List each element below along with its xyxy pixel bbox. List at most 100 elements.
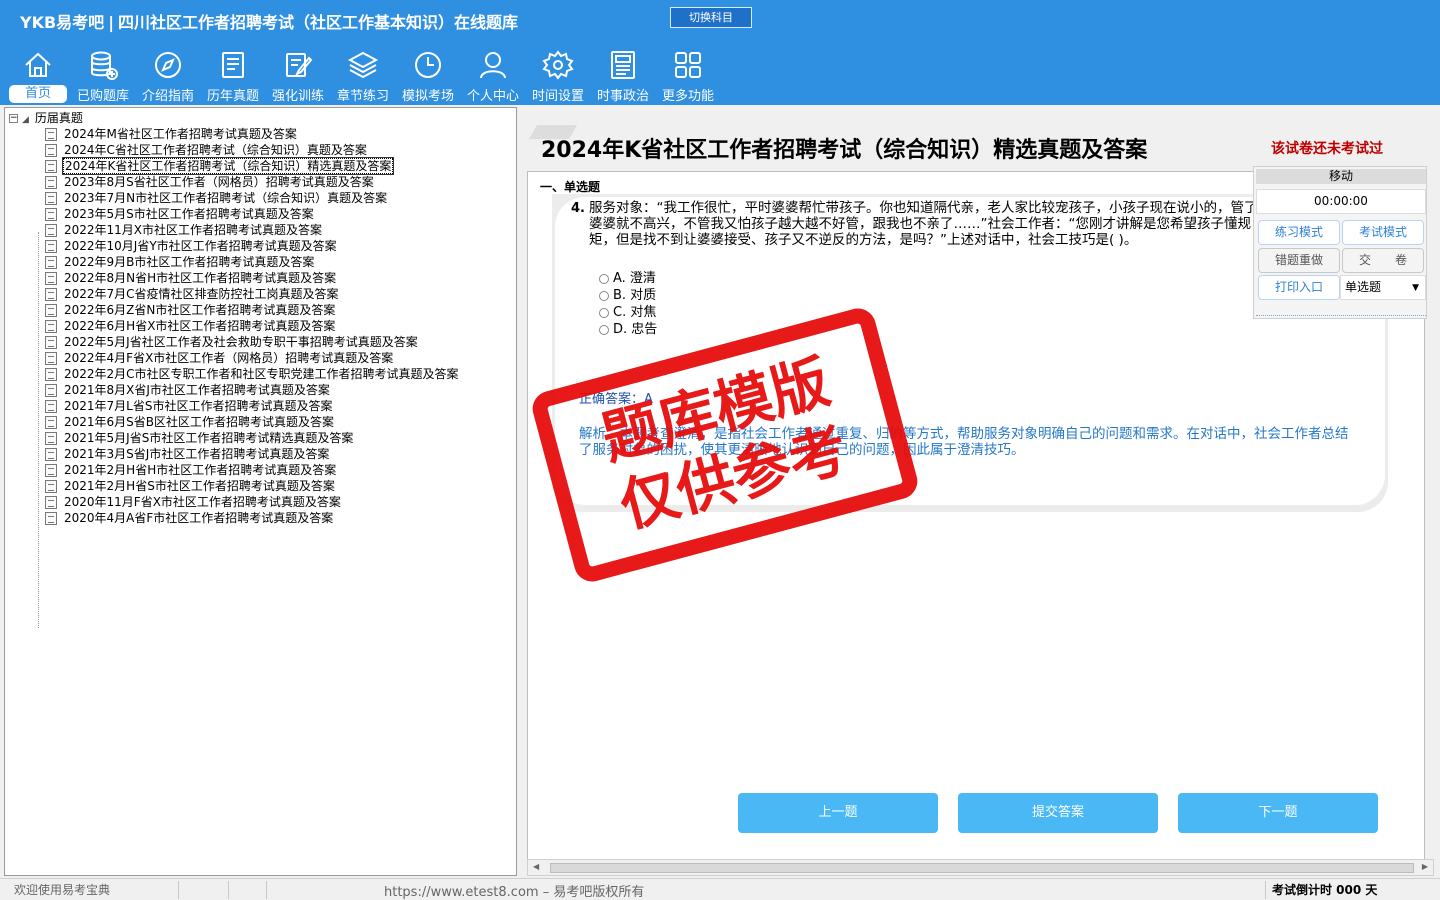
scrollbar-thumb[interactable] (550, 863, 1414, 873)
nav-intensive[interactable]: 强化训练 (265, 44, 331, 104)
tree-item[interactable]: 2021年8月X省J市社区工作者招聘考试真题及答案 (45, 383, 331, 399)
wrong-redo-button[interactable]: 错题重做 (1258, 248, 1340, 273)
tree-item[interactable]: 2021年2月H省H市社区工作者招聘考试真题及答案 (45, 463, 337, 479)
nav-time-settings[interactable]: 时间设置 (525, 44, 591, 104)
document-icon (45, 272, 57, 285)
tree-item[interactable]: 2024年C省社区工作者招聘考试（综合知识）真题及答案 (45, 143, 368, 159)
document-icon (45, 400, 57, 413)
tree-item-label: 2020年11月F省X市社区工作者招聘考试真题及答案 (64, 495, 341, 509)
tree-item[interactable]: 2022年6月Z省N市社区工作者招聘考试真题及答案 (45, 303, 336, 319)
exam-countdown: 考试倒计时 000 天 (1272, 883, 1378, 897)
nav-more[interactable]: 更多功能 (655, 44, 721, 104)
tree-item[interactable]: 2021年2月H省S市社区工作者招聘考试真题及答案 (45, 479, 336, 495)
option-label: B. 对质 (613, 288, 657, 303)
document-icon (45, 432, 57, 445)
status-divider (266, 881, 267, 899)
nav-label: 更多功能 (661, 89, 714, 104)
tree-item[interactable]: 2022年9月B市社区工作者招聘考试真题及答案 (45, 255, 315, 271)
nav-personal[interactable]: 个人中心 (460, 44, 526, 104)
tree-item[interactable]: 2022年4月F省X市社区工作者（网格员）招聘考试真题及答案 (45, 351, 394, 367)
nav-chapter[interactable]: 章节练习 (330, 44, 396, 104)
question-number: 4. (571, 201, 585, 216)
tree-item[interactable]: 2021年6月S省B区社区工作者招聘考试真题及答案 (45, 415, 335, 431)
tree-item[interactable]: 2022年7月C省疫情社区排查防控社工岗真题及答案 (45, 287, 340, 303)
tree-item[interactable]: 2022年2月C市社区专职工作者和社区专职党建工作者招聘考试真题及答案 (45, 367, 460, 383)
status-divider (178, 881, 179, 899)
document-icon (45, 448, 57, 461)
submit-paper-button[interactable]: 交 卷 (1342, 248, 1424, 273)
tree-item[interactable]: 2023年5月S市社区工作者招聘考试真题及答案 (45, 207, 315, 223)
tree-item[interactable]: 2024年K省社区工作者招聘考试（综合知识）精选真题及答案 (45, 157, 395, 175)
layers-icon (347, 51, 379, 79)
scroll-right-icon[interactable]: ▶ (1422, 862, 1428, 871)
tree-item[interactable]: 2022年8月N省H市社区工作者招聘考试真题及答案 (45, 271, 337, 287)
document-icon (45, 304, 57, 317)
document-icon (45, 288, 57, 301)
document-icon (45, 480, 57, 493)
tree-item[interactable]: 2022年10月J省Y市社区工作者招聘考试真题及答案 (45, 239, 338, 255)
nav-label: 模拟考场 (401, 89, 454, 104)
tree-item-label: 2022年5月J省社区工作者及社会救助专职干事招聘考试真题及答案 (64, 335, 418, 349)
document-icon (45, 416, 57, 429)
nav-mock-exam[interactable]: 模拟考场 (395, 44, 461, 104)
tree-item[interactable]: 2022年5月J省社区工作者及社会救助专职干事招聘考试真题及答案 (45, 335, 419, 351)
exam-title: 2024年K省社区工作者招聘考试（综合知识）精选真题及答案 (541, 138, 1148, 163)
submit-answer-button[interactable]: 提交答案 (958, 793, 1158, 833)
scroll-left-icon[interactable]: ◀ (533, 862, 539, 871)
move-handle[interactable]: 移动 (1256, 169, 1426, 184)
option-d[interactable]: D. 忠告 (599, 321, 657, 338)
radio-icon[interactable] (599, 324, 609, 335)
tree-item[interactable]: 2021年3月S省J市社区工作者招聘考试真题及答案 (45, 447, 330, 463)
brand-logo: YKB易考吧 (20, 13, 105, 32)
print-entry-button[interactable]: 打印入口 (1258, 275, 1340, 300)
user-icon (480, 52, 506, 79)
switch-subject-button[interactable]: 切换科目 (670, 7, 752, 28)
tree-item[interactable]: 2023年7月N市社区工作者招聘考试（综合知识）真题及答案 (45, 191, 388, 207)
triangle-icon: ◢ (22, 115, 29, 125)
option-b[interactable]: B. 对质 (599, 287, 656, 304)
tree-item[interactable]: 2021年7月L省S市社区工作者招聘考试真题及答案 (45, 399, 333, 415)
question-type-select[interactable]: 单选题 ▼ (1340, 275, 1426, 300)
panel-scrollbar[interactable] (1256, 309, 1426, 316)
tree-item[interactable]: 2021年5月J省S市社区工作者招聘考试精选真题及答案 (45, 431, 354, 447)
collapse-icon[interactable]: − (9, 114, 18, 123)
tree-item-label: 2022年8月N省H市社区工作者招聘考试真题及答案 (64, 271, 337, 285)
tree-item-label: 2023年7月N市社区工作者招聘考试（综合知识）真题及答案 (64, 191, 388, 205)
home-icon (25, 52, 51, 77)
nav-purchased[interactable]: 已购题库 (70, 44, 136, 104)
tree-item-label: 2021年3月S省J市社区工作者招聘考试真题及答案 (64, 447, 330, 461)
horizontal-scrollbar[interactable]: ◀ ▶ (527, 859, 1434, 876)
tree-root[interactable]: − ◢ 历届真题 (9, 111, 83, 126)
document-icon (45, 224, 57, 237)
option-c[interactable]: C. 对焦 (599, 304, 656, 321)
practice-mode-button[interactable]: 练习模式 (1258, 220, 1340, 245)
nav-current-affairs[interactable]: 时事政治 (590, 44, 656, 104)
top-toolbar: YKB易考吧 | 四川社区工作者招聘考试（社区工作基本知识）在线题库 切换科目 首页… (0, 0, 1440, 105)
tree-item[interactable]: 2022年6月H省X市社区工作者招聘考试真题及答案 (45, 319, 336, 335)
next-question-button[interactable]: 下一题 (1178, 793, 1378, 833)
prev-question-button[interactable]: 上一题 (738, 793, 938, 833)
tree-item[interactable]: 2020年4月A省F市社区工作者招聘考试真题及答案 (45, 511, 334, 527)
tree-item[interactable]: 2024年M省社区工作者招聘考试真题及答案 (45, 127, 298, 143)
radio-icon[interactable] (599, 273, 609, 284)
gear-icon (542, 50, 574, 80)
document-icon (45, 320, 57, 333)
question-text: 服务对象：“我工作很忙，平时婆婆帮忙带孩子。你也知道隔代亲，老人家比较宠孩子，小… (589, 200, 1258, 248)
nav-home[interactable]: 首页 (5, 44, 71, 104)
document-icon (45, 384, 57, 397)
tree-item[interactable]: 2020年11月F省X市社区工作者招聘考试真题及答案 (45, 495, 342, 511)
exam-mode-button[interactable]: 考试模式 (1342, 220, 1424, 245)
tree-item[interactable]: 2022年11月X市社区工作者招聘考试真题及答案 (45, 223, 323, 239)
edit-icon (286, 53, 313, 77)
nav-past-papers[interactable]: 历年真题 (200, 44, 266, 104)
radio-icon[interactable] (599, 290, 609, 301)
document-icon (45, 496, 57, 509)
tree-item[interactable]: 2023年8月S省社区工作者（网格员）招聘考试真题及答案 (45, 175, 375, 191)
app-title: YKB易考吧 | 四川社区工作者招聘考试（社区工作基本知识）在线题库 (20, 13, 519, 32)
nav-guide[interactable]: 介绍指南 (135, 44, 201, 104)
tree-item-label: 2022年10月J省Y市社区工作者招聘考试真题及答案 (64, 239, 337, 253)
tree-item-label: 2022年4月F省X市社区工作者（网格员）招聘考试真题及答案 (64, 351, 394, 365)
option-a[interactable]: A. 澄清 (599, 270, 656, 287)
radio-icon[interactable] (599, 307, 609, 318)
question-type-value: 单选题 (1345, 280, 1382, 294)
